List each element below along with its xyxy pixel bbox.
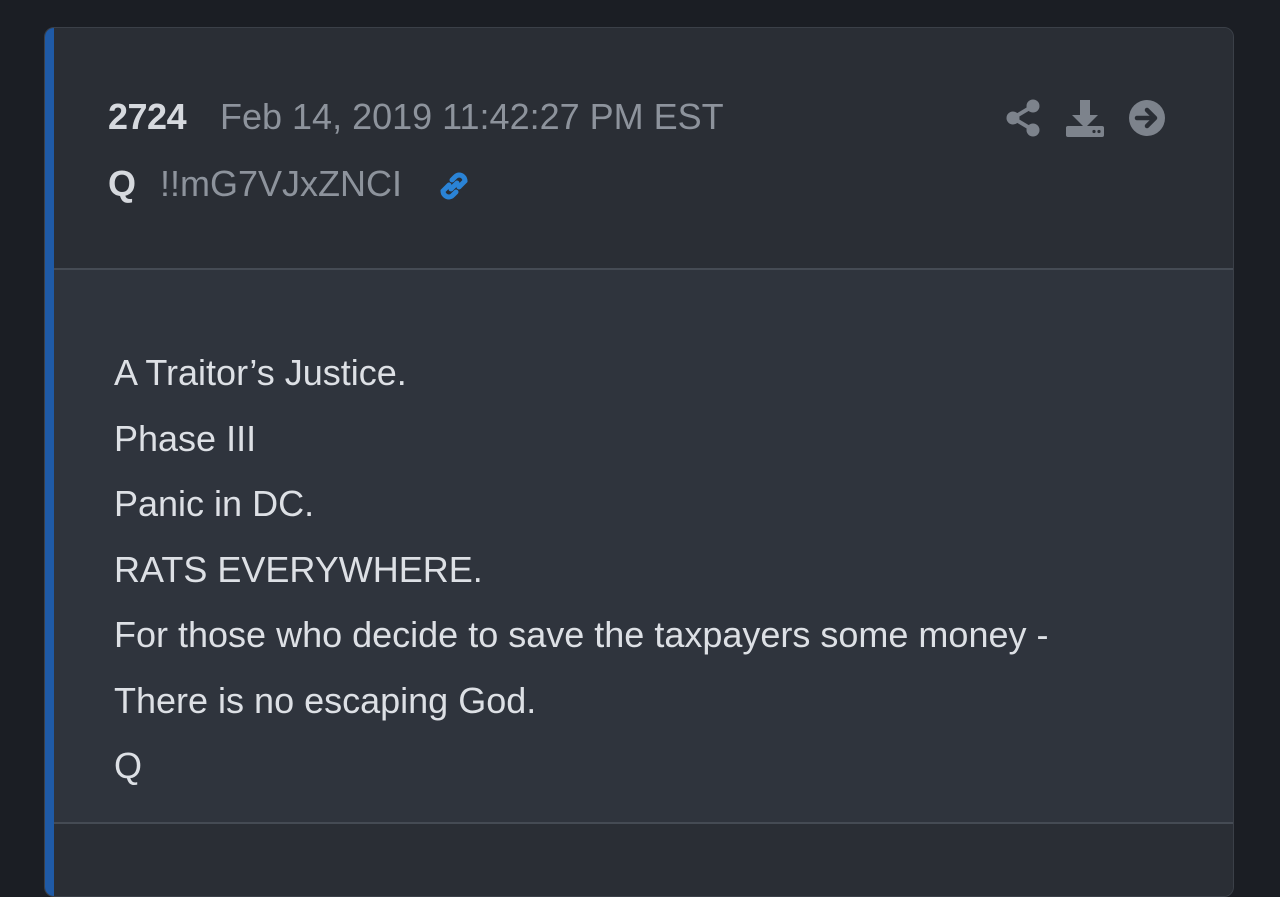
post-number[interactable]: 2724	[108, 96, 187, 138]
post-footer	[54, 824, 1233, 896]
post-body: A Traitor’s Justice. Phase III Panic in …	[54, 270, 1233, 822]
post-line: Phase III	[114, 417, 257, 459]
share-icon	[1006, 99, 1040, 137]
arrow-right-circle-icon	[1129, 100, 1165, 136]
post-line: Panic in DC.	[114, 483, 315, 524]
post-line: RATS EVERYWHERE.	[114, 548, 483, 590]
post-signature: Q	[114, 745, 143, 786]
download-icon	[1066, 100, 1104, 137]
post-card: 2724 Feb 14, 2019 11:42:27 PM EST Q !!mG…	[44, 27, 1234, 897]
post-text: A Traitor’s Justice. Phase III Panic in …	[114, 340, 1048, 799]
post-line: A Traitor’s Justice.	[114, 352, 407, 393]
post-actions	[1003, 96, 1167, 140]
post-line: For those who decide to save the taxpaye…	[114, 614, 1049, 655]
post-line: There is no escaping God.	[114, 679, 537, 721]
post-timestamp: Feb 14, 2019 11:42:27 PM EST	[220, 96, 724, 137]
download-button[interactable]	[1065, 98, 1105, 138]
author-tripcode: !!mG7VJxZNCI	[160, 163, 403, 204]
author-name: Q	[108, 163, 137, 204]
next-post-button[interactable]	[1127, 98, 1167, 138]
post-header: 2724 Feb 14, 2019 11:42:27 PM EST Q !!mG…	[54, 28, 1233, 268]
post-accent-bar	[45, 28, 54, 896]
share-button[interactable]	[1003, 98, 1043, 138]
link-icon[interactable]	[432, 164, 476, 208]
